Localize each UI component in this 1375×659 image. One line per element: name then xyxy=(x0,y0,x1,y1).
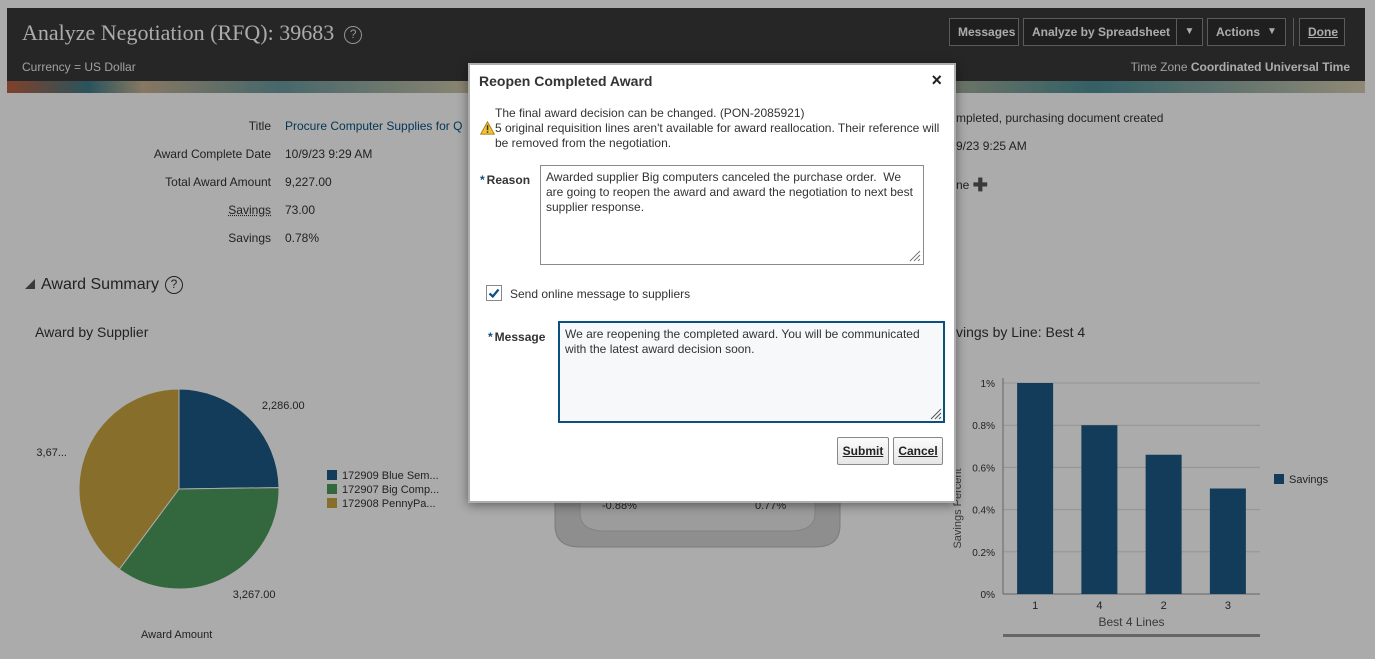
reason-label: * Reason xyxy=(480,173,531,187)
send-message-checkbox[interactable] xyxy=(486,285,502,301)
submit-button[interactable]: Submit xyxy=(837,437,889,465)
dialog-info-message: The final award decision can be changed.… xyxy=(495,106,945,151)
resize-grip-icon[interactable] xyxy=(928,406,942,420)
close-icon[interactable]: × xyxy=(931,70,942,91)
cancel-button[interactable]: Cancel xyxy=(893,437,943,465)
message-label: * Message xyxy=(488,330,546,344)
warning-line: 5 original requisition lines aren't avai… xyxy=(495,121,940,150)
required-marker: * xyxy=(480,173,485,187)
checkmark-icon xyxy=(488,288,500,299)
required-marker: * xyxy=(488,330,493,344)
send-message-label[interactable]: Send online message to suppliers xyxy=(510,287,690,301)
dialog-title: Reopen Completed Award xyxy=(479,73,653,89)
resize-grip-icon[interactable] xyxy=(907,248,921,262)
message-textarea[interactable] xyxy=(558,321,945,423)
reopen-completed-award-dialog: Reopen Completed Award × The final award… xyxy=(468,63,956,503)
reason-textarea[interactable] xyxy=(540,165,924,265)
warning-icon xyxy=(480,121,495,135)
info-line: The final award decision can be changed.… xyxy=(495,106,805,120)
